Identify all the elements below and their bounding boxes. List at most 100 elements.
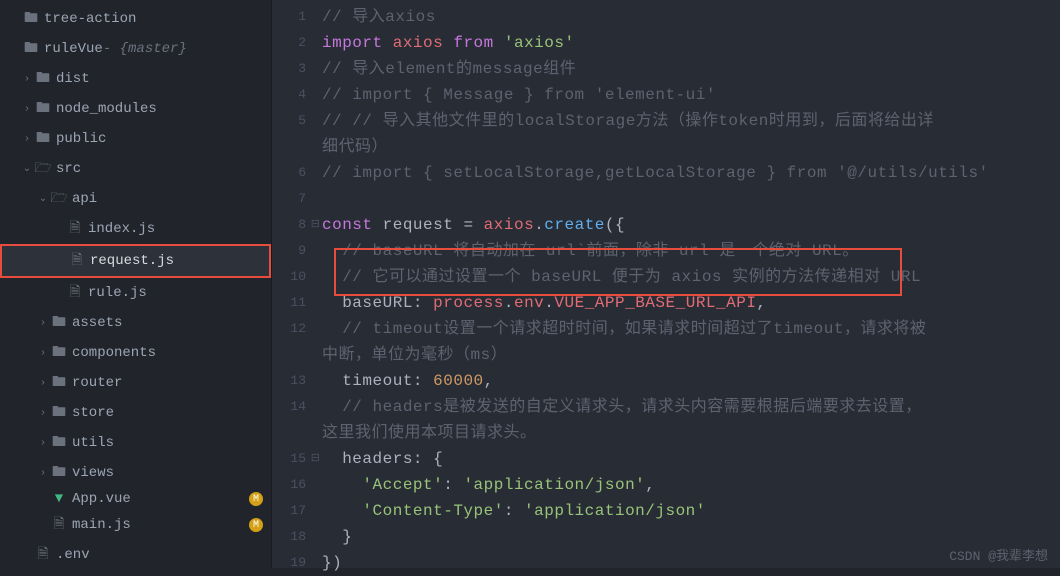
line-number: 10	[272, 264, 322, 290]
tree-item-app-vue[interactable]: ▼App.vueM	[0, 488, 271, 510]
tree-item-views[interactable]: ›🖿views	[0, 458, 271, 488]
folder-icon: 🖿	[50, 311, 68, 335]
line-number: 13	[272, 368, 322, 394]
tree-item-main-js[interactable]: 🗎main.jsM	[0, 510, 271, 540]
chevron-icon[interactable]: ›	[20, 74, 34, 85]
tree-item--env[interactable]: 🗎.env	[0, 540, 271, 568]
line-number	[272, 342, 322, 368]
line-number: 7	[272, 186, 322, 212]
chevron-icon[interactable]: ⌄	[20, 163, 34, 175]
code-line[interactable]: // headers是被发送的自定义请求头，请求头内容需要根据后端要求去设置，	[322, 394, 1060, 420]
line-number: 18	[272, 524, 322, 550]
chevron-icon[interactable]: ›	[36, 408, 50, 419]
line-number: 14	[272, 394, 322, 420]
code-line[interactable]: // // 导入其他文件里的localStorage方法（操作token时用到，…	[322, 108, 1060, 134]
chevron-icon[interactable]: ›	[36, 348, 50, 359]
tree-item-node-modules[interactable]: ›🖿node_modules	[0, 94, 271, 124]
tree-item-rule-js[interactable]: 🗎rule.js	[0, 278, 271, 308]
code-line[interactable]: // 它可以通过设置一个 baseURL 便于为 axios 实例的方法传递相对…	[322, 264, 1060, 290]
line-number: 19	[272, 550, 322, 576]
tree-item-public[interactable]: ›🖿public	[0, 124, 271, 154]
line-number: 3	[272, 56, 322, 82]
code-line[interactable]: // import { setLocalStorage,getLocalStor…	[322, 160, 1060, 186]
line-number	[272, 420, 322, 446]
tree-item-src[interactable]: ⌄🗁src	[0, 154, 271, 184]
line-number: 4	[272, 82, 322, 108]
tree-item-utils[interactable]: ›🖿utils	[0, 428, 271, 458]
line-number	[272, 134, 322, 160]
chevron-icon[interactable]: ›	[20, 134, 34, 145]
code-line[interactable]: 中断，单位为毫秒（ms）	[322, 342, 1060, 368]
chevron-icon[interactable]: ›	[36, 318, 50, 329]
code-line[interactable]: headers: {	[322, 446, 1060, 472]
code-line[interactable]: timeout: 60000,	[322, 368, 1060, 394]
line-number: 8	[272, 212, 322, 238]
code-line[interactable]: 'Accept': 'application/json',	[322, 472, 1060, 498]
tree-item-assets[interactable]: ›🖿assets	[0, 308, 271, 338]
chevron-icon[interactable]: ›	[36, 468, 50, 479]
tree-item-api[interactable]: ⌄🗁api	[0, 184, 271, 214]
code-line[interactable]: const request = axios.create({	[322, 212, 1060, 238]
line-number: 1	[272, 4, 322, 30]
code-line[interactable]: 这里我们使用本项目请求头。	[322, 420, 1060, 446]
chevron-icon[interactable]: ›	[36, 438, 50, 449]
tree-item-router[interactable]: ›🖿router	[0, 368, 271, 398]
tree-item-store[interactable]: ›🖿store	[0, 398, 271, 428]
tree-item-components[interactable]: ›🖿components	[0, 338, 271, 368]
file-icon: ▼	[50, 491, 68, 507]
code-line[interactable]: // baseURL 将自动加在 url`前面，除非 url 是一个绝对 URL…	[322, 238, 1060, 264]
code-line[interactable]: baseURL: process.env.VUE_APP_BASE_URL_AP…	[322, 290, 1060, 316]
tree-item-dist[interactable]: ›🖿dist	[0, 64, 271, 94]
tree-item-tree-action[interactable]: 🖿tree-action	[0, 4, 271, 34]
tree-item-label: .env	[56, 547, 90, 563]
line-gutter: 12345678910111213141516171819	[272, 0, 322, 568]
folder-icon: 🖿	[50, 431, 68, 455]
code-line[interactable]: 细代码）	[322, 134, 1060, 160]
modified-badge: M	[249, 492, 263, 506]
code-line[interactable]: // import { Message } from 'element-ui'	[322, 82, 1060, 108]
tree-item-label: tree-action	[44, 11, 136, 27]
code-line[interactable]: 'Content-Type': 'application/json'	[322, 498, 1060, 524]
chevron-icon[interactable]: ›	[20, 104, 34, 115]
folder-icon: 🗁	[50, 187, 68, 211]
tree-item-label: node_modules	[56, 101, 157, 117]
modified-badge: M	[249, 518, 263, 532]
code-line[interactable]: // 导入axios	[322, 4, 1060, 30]
tree-item-label: views	[72, 465, 114, 481]
folder-icon: 🖿	[50, 341, 68, 365]
chevron-icon[interactable]: ›	[36, 378, 50, 389]
code-line[interactable]: import axios from 'axios'	[322, 30, 1060, 56]
line-number: 6	[272, 160, 322, 186]
branch-label: - {master}	[103, 41, 187, 57]
watermark: CSDN @我辈李想	[949, 545, 1048, 564]
tree-item-rulevue[interactable]: 🖿ruleVue - {master}	[0, 34, 271, 64]
line-number: 2	[272, 30, 322, 56]
folder-icon: 🖿	[50, 401, 68, 425]
tree-item-label: store	[72, 405, 114, 421]
file-icon: 🗎	[68, 249, 86, 273]
folder-icon: 🖿	[22, 37, 40, 61]
line-number: 9	[272, 238, 322, 264]
file-icon: 🗎	[50, 513, 68, 537]
line-number: 16	[272, 472, 322, 498]
line-number: 11	[272, 290, 322, 316]
folder-icon: 🖿	[50, 461, 68, 485]
code-line[interactable]: // 导入element的message组件	[322, 56, 1060, 82]
line-number: 12	[272, 316, 322, 342]
code-line[interactable]: // timeout设置一个请求超时时间，如果请求时间超过了timeout，请求…	[322, 316, 1060, 342]
tree-item-label: utils	[72, 435, 114, 451]
file-icon: 🗎	[66, 281, 84, 305]
chevron-icon[interactable]: ⌄	[36, 193, 50, 205]
tree-item-request-js[interactable]: 🗎request.js	[0, 244, 271, 278]
tree-item-label: components	[72, 345, 156, 361]
folder-icon: 🖿	[50, 371, 68, 395]
code-editor[interactable]: 12345678910111213141516171819 // 导入axios…	[272, 0, 1060, 568]
file-icon: 🗎	[66, 217, 84, 241]
tree-item-label: assets	[72, 315, 122, 331]
code-line[interactable]	[322, 186, 1060, 212]
tree-item-label: api	[72, 191, 97, 207]
file-explorer[interactable]: 🖿tree-action🖿ruleVue - {master}›🖿dist›🖿n…	[0, 0, 272, 568]
tree-item-index-js[interactable]: 🗎index.js	[0, 214, 271, 244]
code-area[interactable]: // 导入axiosimport axios from 'axios'// 导入…	[322, 0, 1060, 568]
file-icon: 🗎	[34, 543, 52, 567]
